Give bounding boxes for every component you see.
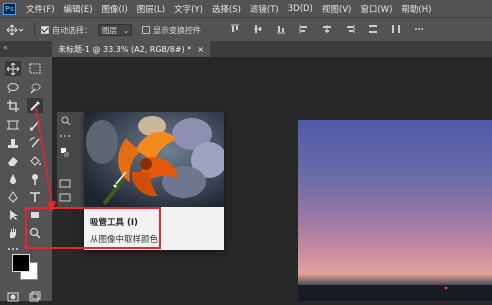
highlight-rectangle — [25, 207, 161, 249]
annotation-arrow — [35, 107, 56, 212]
